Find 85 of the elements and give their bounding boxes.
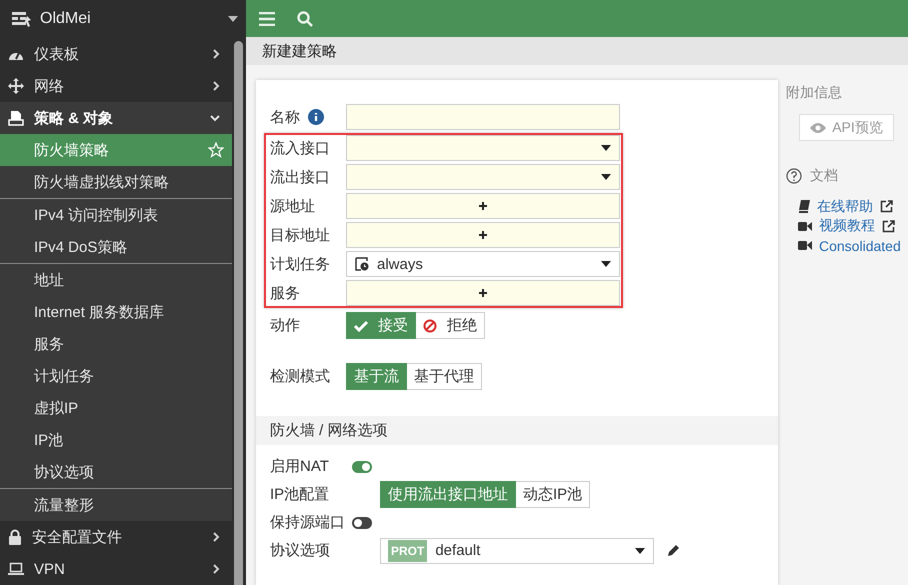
field-label: 启用NAT <box>270 457 329 476</box>
field-label: 源地址 <box>270 196 315 216</box>
nav-subitem[interactable]: 地址 <box>0 264 232 296</box>
nav-subitem[interactable]: 流量整形 <box>0 489 232 521</box>
laptop-icon <box>8 562 24 576</box>
segment-button[interactable]: 基于代理 <box>407 363 482 390</box>
nav-subitem[interactable]: 防火墙虚拟线对策略 <box>0 166 232 198</box>
field-label: 协议选项 <box>270 541 330 560</box>
nav-item[interactable]: 策略 & 对象 <box>0 102 232 134</box>
video-camera-icon <box>798 240 812 252</box>
book-icon <box>798 200 810 214</box>
field-label: 目标地址 <box>270 226 330 244</box>
field-label: 流入接口 <box>270 138 330 158</box>
select-field[interactable] <box>346 135 620 161</box>
search-icon[interactable] <box>297 10 313 26</box>
doc-link[interactable]: 视频教程 <box>819 217 875 236</box>
caret-down-icon <box>228 16 238 22</box>
nav-subitem[interactable]: 虚拟IP <box>0 392 232 424</box>
document-icon <box>8 110 24 126</box>
pencil-icon[interactable] <box>666 544 680 558</box>
chevron-right-icon <box>212 564 220 574</box>
lock-icon <box>8 529 22 545</box>
chevron-right-icon <box>212 532 220 542</box>
panel-title: 附加信息 <box>786 84 843 102</box>
video-camera-icon <box>798 220 812 232</box>
segment-button[interactable]: 基于流 <box>346 363 407 390</box>
nav-subitem[interactable]: 服务 <box>0 328 232 360</box>
nav-item[interactable]: VPN <box>0 553 232 585</box>
prot-badge: PROT <box>388 540 428 562</box>
page-title: 新建建策略 <box>262 42 337 60</box>
add-field[interactable] <box>346 222 620 248</box>
nav-item[interactable]: 安全配置文件 <box>0 521 232 553</box>
text-field[interactable] <box>346 104 620 130</box>
select-field[interactable]: PROT default <box>380 538 654 564</box>
field-label: 服务 <box>270 284 300 302</box>
field-label: 检测模式 <box>270 367 330 386</box>
doc-link[interactable]: Consolidated <box>819 238 901 254</box>
calendar-clock-icon <box>355 257 369 271</box>
menu-icon[interactable] <box>259 12 275 26</box>
chevron-right-icon <box>212 81 220 91</box>
check-icon <box>354 320 368 332</box>
plus-icon <box>479 289 487 297</box>
eye-icon <box>810 122 826 132</box>
select-field[interactable] <box>346 164 620 190</box>
star-icon <box>208 142 224 158</box>
section-title: 防火墙 / 网络选项 <box>270 421 388 440</box>
select-field[interactable]: always <box>346 251 620 277</box>
field-label: 名称 <box>270 108 300 126</box>
field-label: 流出接口 <box>270 168 330 186</box>
segment-button[interactable]: 拒绝 <box>416 312 485 339</box>
caret-down-icon <box>601 261 611 267</box>
segment-button[interactable]: 使用流出接口地址 <box>380 481 516 508</box>
nav-subitem[interactable]: 防火墙策略 <box>0 134 232 166</box>
brand-name: OldMei <box>40 10 92 28</box>
field-label: 保持源端口 <box>270 513 345 532</box>
nav-subitem[interactable]: IP池 <box>0 424 232 456</box>
logo-icon <box>12 10 32 28</box>
help-icon <box>786 168 802 184</box>
nav-subitem[interactable]: 协议选项 <box>0 456 232 488</box>
ban-icon <box>423 318 437 332</box>
toggle-switch[interactable] <box>352 516 372 528</box>
field-label: 动作 <box>270 316 300 335</box>
caret-down-icon <box>601 145 611 151</box>
move-arrows-icon <box>8 78 24 94</box>
caret-down-icon <box>635 548 645 554</box>
caret-down-icon <box>601 174 611 180</box>
toggle-switch[interactable] <box>352 460 372 472</box>
nav-subitem[interactable]: 计划任务 <box>0 360 232 392</box>
plus-icon <box>479 231 487 239</box>
nav-subitem[interactable]: Internet 服务数据库 <box>0 296 232 328</box>
chevron-down-icon <box>210 114 220 122</box>
nav-subitem[interactable]: IPv4 DoS策略 <box>0 231 232 263</box>
field-label: IP池配置 <box>270 485 330 504</box>
chevron-right-icon <box>212 49 220 59</box>
nav-item[interactable]: 仪表板 <box>0 38 232 70</box>
docs-title: 文档 <box>810 167 838 185</box>
segment-button[interactable]: 接受 <box>346 312 416 339</box>
nav-item[interactable]: 网络 <box>0 70 232 102</box>
add-field[interactable] <box>346 193 620 219</box>
add-field[interactable] <box>346 280 620 306</box>
nav-subitem[interactable]: IPv4 访问控制列表 <box>0 199 232 231</box>
segment-button[interactable]: 动态IP池 <box>516 481 590 508</box>
field-label: 计划任务 <box>270 254 330 274</box>
doc-link[interactable]: 在线帮助 <box>817 198 873 216</box>
plus-icon <box>479 202 487 210</box>
